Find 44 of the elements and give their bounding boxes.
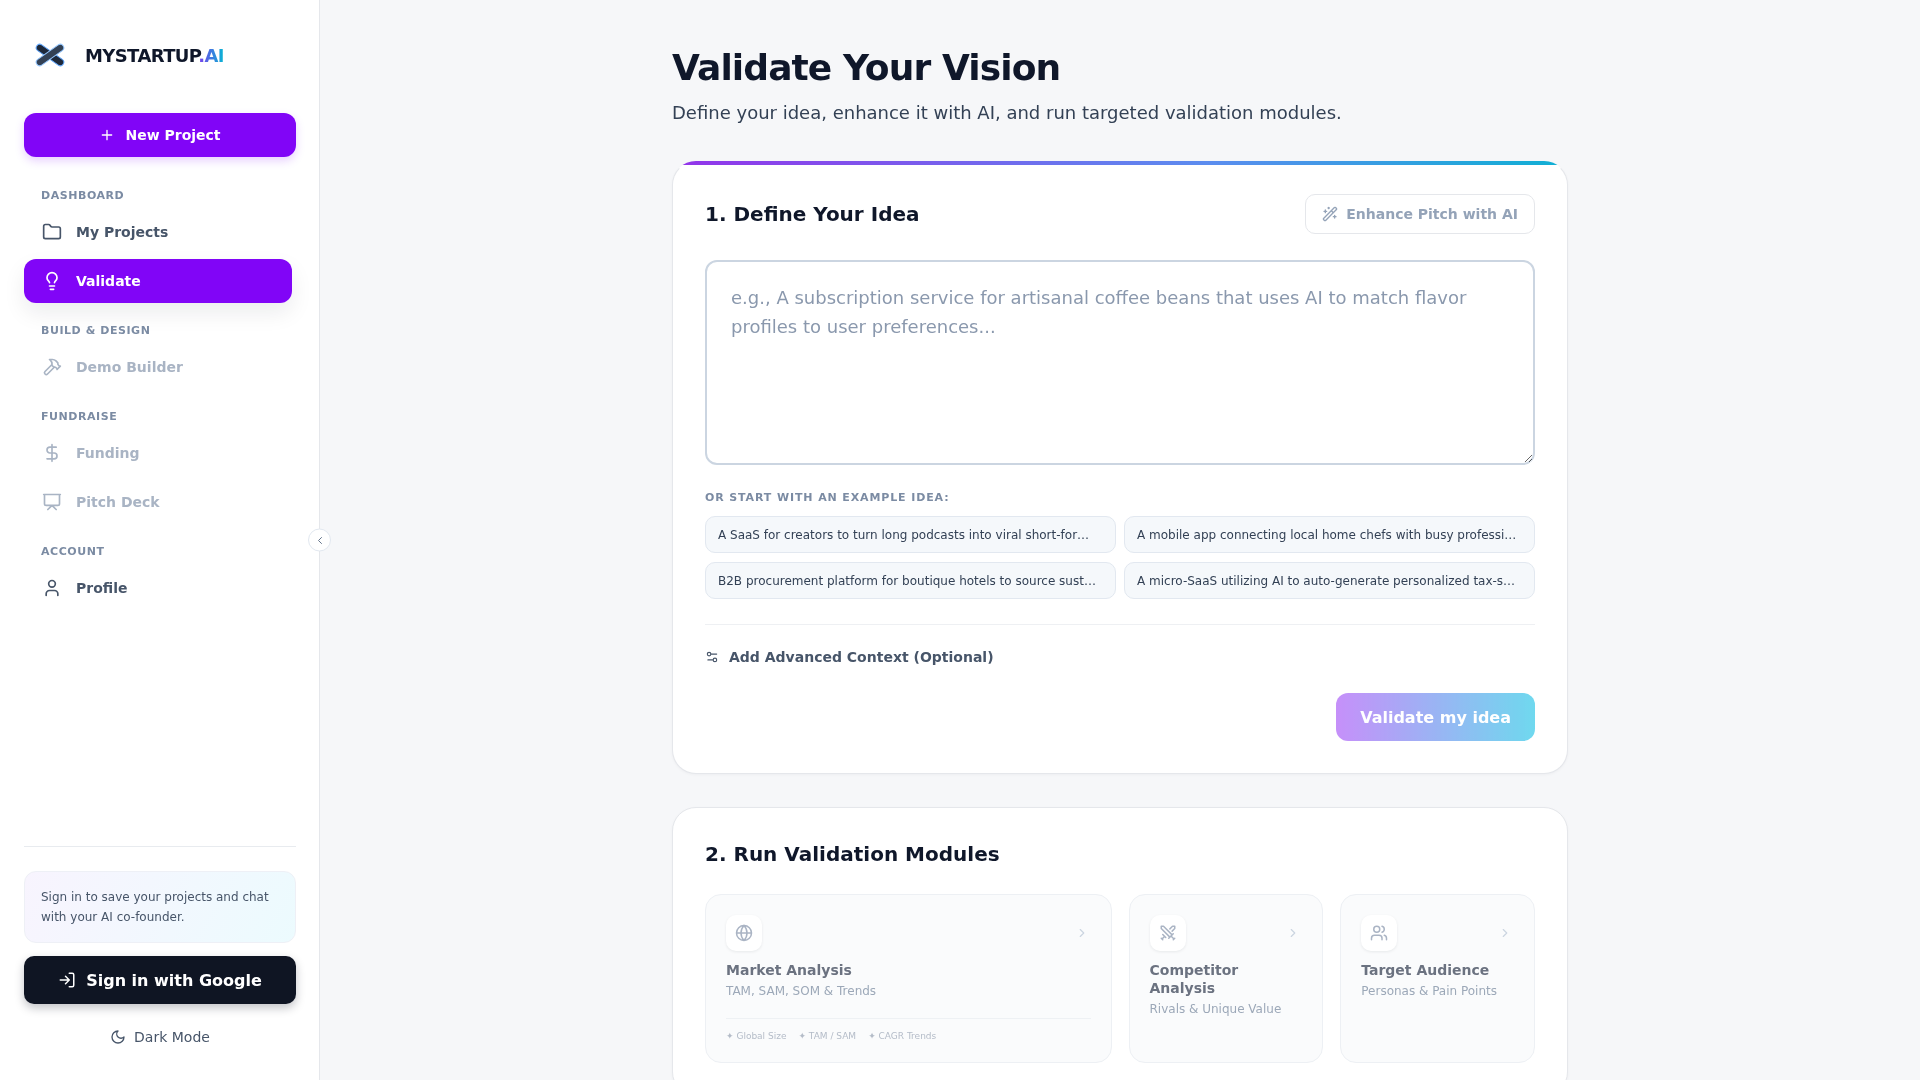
section-heading: FUNDRAISE [40, 409, 119, 425]
dark-mode-toggle[interactable]: Dark Mode [104, 1020, 216, 1054]
module-subtitle: Rivals & Unique Value [1149, 1001, 1283, 1017]
section-heading: BUILD & DESIGN [40, 323, 152, 339]
module-tag: ✦ Global Size [726, 1031, 787, 1042]
hammer-icon [42, 357, 62, 377]
module-title: Market Analysis [726, 961, 853, 979]
collapse-sidebar-button[interactable] [308, 528, 331, 552]
presentation-icon [42, 492, 62, 512]
example-idea-chip[interactable]: A micro-SaaS utilizing AI to auto-generate personalized tax-s… [1124, 562, 1535, 599]
crossed-swords-icon [1149, 915, 1186, 951]
login-icon [58, 971, 77, 989]
module-title: Target Audience [1361, 961, 1491, 979]
sign-in-prompt: Sign in to save your projects and chat with your AI co-founder. [41, 889, 270, 926]
module-subtitle: Personas & Pain Points [1361, 983, 1499, 999]
example-idea-chip[interactable]: B2B procurement platform for boutique hotels to source sust… [705, 562, 1116, 599]
nav-item[interactable]: Validate [24, 259, 292, 303]
page-subtitle: Define your idea, enhance it with AI, and run targeted validation modules. [672, 101, 1343, 125]
brand-name: MYSTARTUP.AI [85, 44, 224, 66]
nav-item[interactable]: My Projects [24, 210, 292, 254]
module-tag: ✦ TAM / SAM [798, 1031, 857, 1042]
examples-label: OR START WITH AN EXAMPLE IDEA: [705, 490, 951, 506]
user-icon [42, 578, 62, 598]
example-idea-chip[interactable]: A SaaS for creators to turn long podcasts into viral short-for… [705, 516, 1116, 553]
sign-in-button[interactable]: Sign in with Google [24, 956, 296, 1004]
users-icon [1361, 915, 1398, 951]
module-title: Competitor Analysis [1149, 961, 1240, 997]
section-heading: DASHBOARD [40, 188, 126, 204]
module-tag: ✦ CAGR Trends [868, 1031, 937, 1042]
folder-icon [42, 222, 62, 242]
sliders-icon [705, 650, 719, 664]
section-heading: ACCOUNT [40, 544, 106, 560]
globe-icon [726, 915, 762, 951]
moon-icon [110, 1029, 127, 1045]
card-heading: 1. Define Your Idea [705, 201, 920, 228]
page-title: Validate Your Vision [672, 48, 1062, 88]
nav-item[interactable]: Profile [24, 566, 292, 610]
new-project-button[interactable]: New Project [24, 113, 296, 157]
card-heading: 2. Run Validation Modules [705, 841, 1001, 868]
module-subtitle: TAM, SAM, SOM & Trends [726, 983, 878, 999]
example-idea-chip[interactable]: A mobile app connecting local home chefs with busy professi… [1124, 516, 1535, 553]
advanced-context-toggle[interactable]: Add Advanced Context (Optional) [705, 647, 994, 667]
idea-input-field[interactable]: e.g., A subscription service for artisanal coffee beans that uses AI to match flavor profiles to user preferences... [705, 260, 1535, 465]
magic-wand-icon [1322, 206, 1339, 222]
